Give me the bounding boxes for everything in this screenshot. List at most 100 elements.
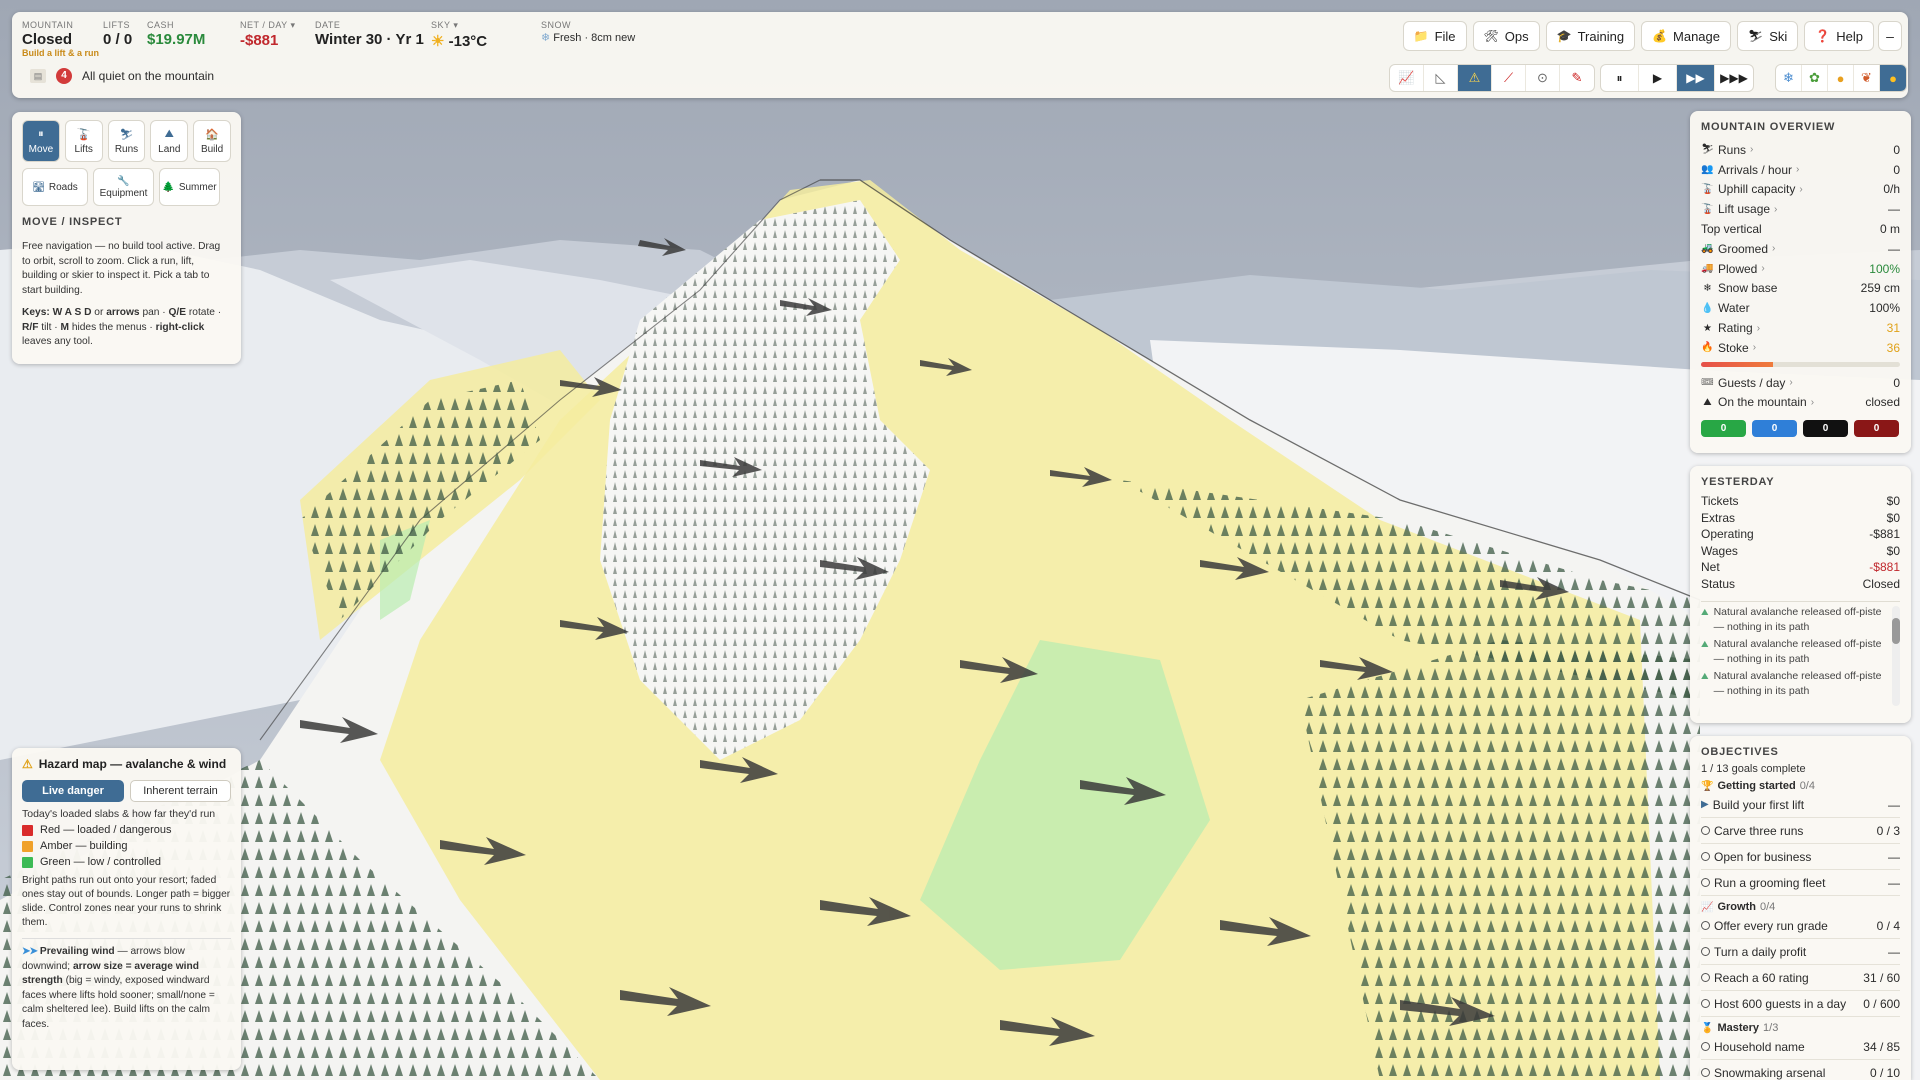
objective-open-for-business[interactable]: Open for business —	[1701, 844, 1900, 870]
fast-forward-button[interactable]: ▶▶	[1677, 65, 1715, 91]
avalanche-icon: ⛰	[1701, 607, 1709, 617]
inherent-terrain-toggle[interactable]: Inherent terrain	[130, 780, 231, 802]
tab-equipment[interactable]: 🔧 Equipment	[93, 168, 154, 206]
overview-uphill-capacity[interactable]: 🚡 Uphill capacity › 0/h	[1701, 180, 1900, 200]
yesterday-value: -$881	[1869, 527, 1900, 541]
tab-build[interactable]: 🏠 Build	[193, 120, 231, 162]
objective-snowmaking-arsenal[interactable]: Snowmaking arsenal 0 / 10	[1701, 1060, 1900, 1080]
mountain-3d-view[interactable]	[0, 0, 1920, 1080]
ski-menu-button[interactable]: ⛷ Ski	[1737, 21, 1799, 51]
play-button[interactable]: ▶	[1639, 65, 1677, 91]
target-overlay-button[interactable]: ⊙	[1526, 65, 1560, 91]
sprout-icon: ✿	[1809, 70, 1820, 85]
menu-label: Help	[1836, 28, 1863, 44]
keys-right-click: right-click	[155, 321, 205, 333]
ticker-message: All quiet on the mountain	[82, 69, 215, 83]
chart-overlay-button[interactable]: 📈	[1390, 65, 1424, 91]
log-item[interactable]: ⛰ Natural avalanche released off-piste — …	[1701, 605, 1886, 634]
objective-label: Snowmaking arsenal	[1701, 1066, 1825, 1080]
plant-button[interactable]: ✿	[1802, 65, 1828, 91]
run-overlay-button[interactable]: ⟋	[1492, 65, 1526, 91]
objective-offer-every-run-grade[interactable]: Offer every run grade 0 / 4	[1701, 913, 1900, 939]
question-icon: ❓	[1815, 29, 1831, 43]
net-value: -$881	[240, 32, 279, 49]
slope-overlay-button[interactable]: ◺	[1424, 65, 1458, 91]
ops-menu-button[interactable]: 🛠 Ops	[1472, 21, 1540, 51]
overview-rating[interactable]: ★ Rating › 31	[1701, 318, 1900, 338]
pencil-overlay-button[interactable]: ✎	[1560, 65, 1594, 91]
circle-icon	[1701, 947, 1710, 956]
objective-turn-a-daily-profit[interactable]: Turn a daily profit —	[1701, 939, 1900, 965]
net-per-day-stat[interactable]: NET / DAY ▾ -$881	[240, 20, 296, 49]
overview-groomed[interactable]: 🚜 Groomed › —	[1701, 239, 1900, 259]
log-item[interactable]: ⛰ Natural avalanche released off-piste — …	[1701, 669, 1886, 698]
log-scrollbar[interactable]	[1892, 606, 1900, 706]
overview-arrivals-hour[interactable]: 👥 Arrivals / hour › 0	[1701, 160, 1900, 180]
overview-guest-stats: 🎟 Guests / day › 0 ⛰ On the mountain › closed	[1701, 373, 1900, 413]
training-menu-button[interactable]: 🎓 Training	[1545, 21, 1636, 51]
overview-value: —	[1888, 202, 1900, 217]
overview-lift-usage[interactable]: 🚡 Lift usage › —	[1701, 199, 1900, 219]
collapse-menu-button[interactable]: –	[1878, 21, 1902, 51]
objective-reach-a-60-rating[interactable]: Reach a 60 rating 31 / 60	[1701, 965, 1900, 991]
legend-swatch	[22, 856, 33, 868]
tab-roads[interactable]: 🛣 Roads	[22, 168, 88, 206]
double-black-runs-pill[interactable]: 0	[1854, 420, 1899, 438]
snow-season-button[interactable]: ❄	[1776, 65, 1802, 91]
green-runs-pill[interactable]: 0	[1701, 420, 1746, 438]
sunny-weather-button[interactable]: ●	[1880, 65, 1906, 91]
chevron-right-icon: ›	[1761, 263, 1765, 275]
mountain-status[interactable]: MOUNTAIN Closed Build a lift & a run	[22, 20, 99, 58]
hazard-map-panel: ⚠ Hazard map — avalanche & wind Live dan…	[12, 748, 241, 1070]
objective-build-your-first-lift[interactable]: ▶ Build your first lift —	[1701, 792, 1900, 818]
live-danger-toggle[interactable]: Live danger	[22, 780, 124, 802]
overview-runs[interactable]: ⛷ Runs › 0	[1701, 140, 1900, 160]
manage-menu-button[interactable]: 💰 Manage	[1641, 21, 1731, 51]
file-menu-button[interactable]: 📁 File	[1402, 21, 1467, 51]
pause-button[interactable]: ⏸	[1601, 65, 1639, 91]
black-runs-pill[interactable]: 0	[1803, 420, 1848, 438]
sun-button[interactable]: ●	[1828, 65, 1854, 91]
event-log[interactable]: ⛰ Natural avalanche released off-piste — …	[1701, 601, 1900, 708]
leaf-button[interactable]: ❦	[1854, 65, 1880, 91]
yesterday-label: Status	[1701, 576, 1736, 591]
tab-runs[interactable]: ⛷ Runs	[107, 120, 146, 162]
legend-swatch	[22, 824, 33, 836]
overview-stoke[interactable]: 🔥 Stoke › 36	[1701, 338, 1900, 358]
help-menu-button[interactable]: ❓ Help	[1804, 21, 1874, 51]
log-scroll-thumb[interactable]	[1892, 618, 1900, 644]
circle-icon	[1701, 1042, 1710, 1051]
alert-count-badge[interactable]: 4	[56, 68, 72, 84]
objective-carve-three-runs[interactable]: Carve three runs 0 / 3	[1701, 818, 1900, 844]
objective-label: Open for business	[1701, 850, 1811, 864]
log-text: Natural avalanche released off-piste — n…	[1713, 670, 1882, 697]
sky-stat[interactable]: SKY ▾ ☀ -13°C	[431, 20, 487, 50]
log-item[interactable]: ⛰ Natural avalanche released off-piste — …	[1701, 637, 1886, 666]
mountain-hint: Build a lift & a run	[22, 48, 100, 58]
skier-icon: ⛷	[119, 128, 134, 141]
tab-land[interactable]: ⛰ Land	[150, 120, 189, 162]
objective-run-a-grooming-fleet[interactable]: Run a grooming fleet —	[1701, 870, 1900, 896]
overview-guests-day[interactable]: 🎟 Guests / day › 0	[1701, 373, 1900, 393]
hazard-title-text: Hazard map — avalanche & wind	[38, 757, 227, 771]
overview-label: ⛰ On the mountain ›	[1701, 395, 1814, 409]
overview-plowed[interactable]: 🚚 Plowed › 100%	[1701, 259, 1900, 279]
overview-on-the-mountain[interactable]: ⛰ On the mountain › closed	[1701, 393, 1900, 413]
news-ticker[interactable]: ▤ 4 All quiet on the mountain	[30, 68, 214, 84]
circle-icon	[1701, 1068, 1710, 1077]
overview-label-text: Rating	[1718, 321, 1753, 336]
tab-summer[interactable]: 🌲 Summer	[159, 168, 220, 206]
wind-arrow-icon: ➤➤	[22, 946, 38, 957]
tab-lifts[interactable]: 🚡 Lifts	[64, 120, 103, 162]
objective-host-600-guests-in-a-day[interactable]: Host 600 guests in a day 0 / 600	[1701, 991, 1900, 1017]
tab-move[interactable]: ⏸ Move	[22, 120, 60, 162]
log-text: Natural avalanche released off-piste — n…	[1713, 638, 1882, 665]
yesterday-label: Extras	[1701, 510, 1736, 525]
objective-household-name[interactable]: Household name 34 / 85	[1701, 1034, 1900, 1060]
blue-runs-pill[interactable]: 0	[1752, 420, 1797, 438]
hazard-overlay-button[interactable]: ⚠	[1458, 65, 1492, 91]
overview-label-text: Water	[1718, 301, 1750, 316]
run-grade-counts: 0000	[1701, 420, 1900, 438]
fastest-button[interactable]: ▶▶▶	[1715, 65, 1753, 91]
overview-label: 🎟 Guests / day ›	[1701, 376, 1793, 390]
